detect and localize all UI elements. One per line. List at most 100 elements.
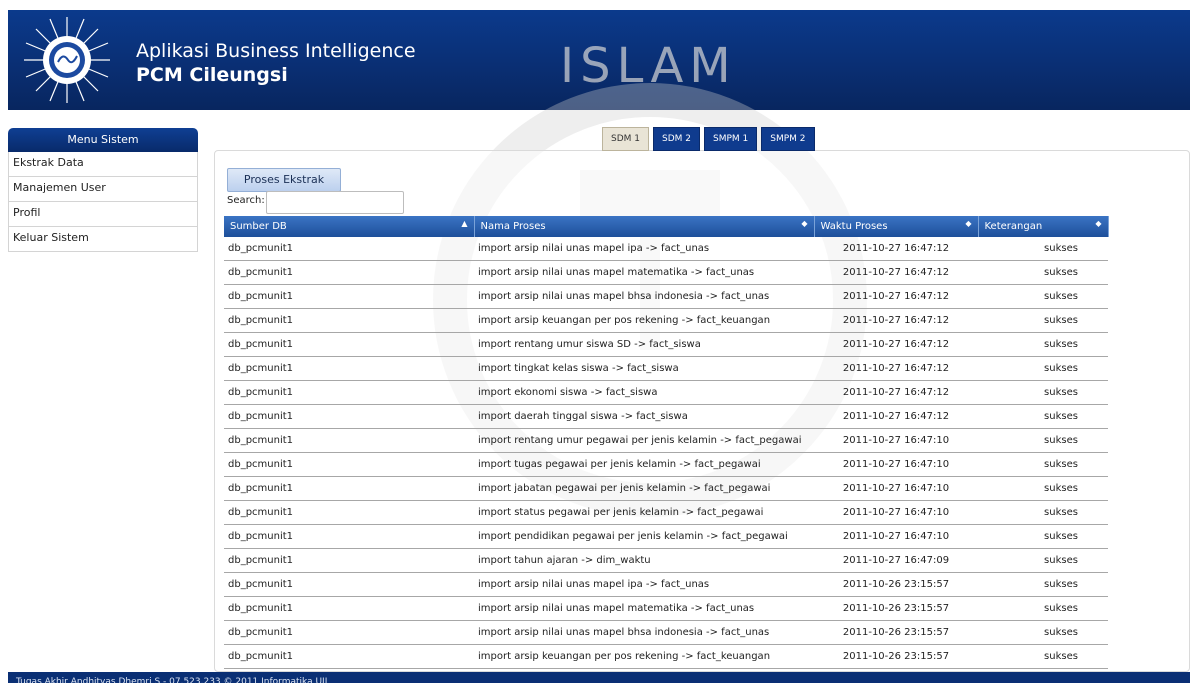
column-header-keterangan[interactable]: Keterangan ◆: [978, 216, 1109, 237]
table-row[interactable]: db_pcmunit1 import tahun ajaran -> dim_wa…: [224, 548, 1108, 573]
column-header-nama-proses[interactable]: Nama Proses ◆: [474, 216, 815, 237]
table-row[interactable]: db_pcmunit1 import status pegawai per jen…: [224, 500, 1108, 525]
cell-keterangan: sukses: [978, 356, 1108, 381]
table-row[interactable]: db_pcmunit1 import rentang umur pegawai p…: [224, 428, 1108, 453]
cell-sumber-db: db_pcmunit1: [224, 380, 474, 405]
app-title: Aplikasi Business Intelligence: [136, 40, 416, 62]
cell-sumber-db: db_pcmunit1: [224, 644, 474, 669]
column-header-waktu-proses[interactable]: Waktu Proses ◆: [814, 216, 979, 237]
cell-keterangan: sukses: [978, 284, 1108, 309]
table-row[interactable]: db_pcmunit1 import rentang umur siswa SD …: [224, 332, 1108, 357]
sort-icon: ◆: [1095, 219, 1102, 228]
table-row[interactable]: db_pcmunit1 import arsip keuangan per pos…: [224, 644, 1108, 669]
cell-keterangan: sukses: [978, 500, 1108, 525]
cell-nama-proses: import ekonomi siswa -> fact_siswa: [474, 380, 814, 405]
cell-waktu-proses: 2011-10-27 16:47:12: [814, 237, 978, 261]
tab-sdm-2[interactable]: SDM 2: [653, 127, 700, 151]
cell-nama-proses: import arsip nilai unas mapel matematika…: [474, 260, 814, 285]
table-row[interactable]: db_pcmunit1 import arsip nilai unas mapel…: [224, 620, 1108, 645]
cell-keterangan: sukses: [978, 452, 1108, 477]
table-header-row: Sumber DB ▲ Nama Proses ◆ Waktu Proses ◆ Ke…: [224, 216, 1109, 237]
sidebar-item-keluar-sistem[interactable]: Keluar Sistem: [8, 227, 198, 252]
cell-sumber-db: db_pcmunit1: [224, 260, 474, 285]
table-body: db_pcmunit1 import arsip nilai unas mapel…: [224, 237, 1108, 669]
menu-header: Menu Sistem: [8, 128, 198, 152]
cell-sumber-db: db_pcmunit1: [224, 500, 474, 525]
proses-ekstrak-button[interactable]: Proses Ekstrak: [227, 168, 341, 192]
cell-sumber-db: db_pcmunit1: [224, 284, 474, 309]
cell-sumber-db: db_pcmunit1: [224, 476, 474, 501]
cell-nama-proses: import arsip nilai unas mapel bhsa indon…: [474, 620, 814, 645]
sidebar-item-profil[interactable]: Profil: [8, 202, 198, 227]
cell-nama-proses: import rentang umur pegawai per jenis ke…: [474, 428, 814, 453]
cell-sumber-db: db_pcmunit1: [224, 620, 474, 645]
cell-sumber-db: db_pcmunit1: [224, 572, 474, 597]
muhammadiyah-sun-logo: [24, 17, 110, 103]
cell-waktu-proses: 2011-10-27 16:47:10: [814, 452, 978, 477]
cell-waktu-proses: 2011-10-26 23:15:57: [814, 644, 978, 669]
table-row[interactable]: db_pcmunit1 import tugas pegawai per jeni…: [224, 452, 1108, 477]
cell-keterangan: sukses: [978, 476, 1108, 501]
tab-bar: SDM 1 SDM 2 SMPM 1 SMPM 2: [602, 127, 815, 151]
cell-keterangan: sukses: [978, 548, 1108, 573]
cell-keterangan: sukses: [978, 620, 1108, 645]
tab-smpm-2[interactable]: SMPM 2: [761, 127, 815, 151]
table-row[interactable]: db_pcmunit1 import jabatan pegawai per je…: [224, 476, 1108, 501]
table-row[interactable]: db_pcmunit1 import daerah tinggal siswa -…: [224, 404, 1108, 429]
cell-nama-proses: import tingkat kelas siswa -> fact_siswa: [474, 356, 814, 381]
cell-waktu-proses: 2011-10-27 16:47:12: [814, 332, 978, 357]
cell-waktu-proses: 2011-10-27 16:47:10: [814, 500, 978, 525]
cell-sumber-db: db_pcmunit1: [224, 237, 474, 261]
sort-asc-icon: ▲: [461, 219, 468, 228]
cell-nama-proses: import jabatan pegawai per jenis kelamin…: [474, 476, 814, 501]
cell-waktu-proses: 2011-10-27 16:47:12: [814, 308, 978, 333]
sort-icon: ◆: [801, 219, 808, 228]
cell-nama-proses: import daerah tinggal siswa -> fact_sisw…: [474, 404, 814, 429]
cell-waktu-proses: 2011-10-27 16:47:12: [814, 404, 978, 429]
cell-waktu-proses: 2011-10-26 23:15:57: [814, 596, 978, 621]
table-row[interactable]: db_pcmunit1 import pendidikan pegawai per…: [224, 524, 1108, 549]
cell-keterangan: sukses: [978, 524, 1108, 549]
cell-keterangan: sukses: [978, 572, 1108, 597]
cell-nama-proses: import status pegawai per jenis kelamin …: [474, 500, 814, 525]
cell-waktu-proses: 2011-10-27 16:47:09: [814, 548, 978, 573]
table-row[interactable]: db_pcmunit1 import ekonomi siswa -> fact_…: [224, 380, 1108, 405]
search-input[interactable]: [266, 191, 404, 214]
sidebar-menu: Menu Sistem Ekstrak Data Manajemen User …: [8, 128, 198, 252]
cell-keterangan: sukses: [978, 596, 1108, 621]
table-row[interactable]: db_pcmunit1 import tingkat kelas siswa ->…: [224, 356, 1108, 381]
cell-sumber-db: db_pcmunit1: [224, 524, 474, 549]
app-subtitle: PCM Cileungsi: [136, 64, 288, 86]
table-row[interactable]: db_pcmunit1 import arsip nilai unas mapel…: [224, 596, 1108, 621]
cell-keterangan: sukses: [978, 308, 1108, 333]
column-header-sumber-db[interactable]: Sumber DB ▲: [224, 216, 475, 237]
tab-smpm-1[interactable]: SMPM 1: [704, 127, 758, 151]
table-row[interactable]: db_pcmunit1 import arsip nilai unas mapel…: [224, 260, 1108, 285]
table-row[interactable]: db_pcmunit1 import arsip nilai unas mapel…: [224, 284, 1108, 309]
cell-nama-proses: import tugas pegawai per jenis kelamin -…: [474, 452, 814, 477]
sidebar-item-ekstrak-data[interactable]: Ekstrak Data: [8, 152, 198, 177]
cell-nama-proses: import arsip nilai unas mapel bhsa indon…: [474, 284, 814, 309]
cell-nama-proses: import arsip keuangan per pos rekening -…: [474, 644, 814, 669]
table-row[interactable]: db_pcmunit1 import arsip keuangan per pos…: [224, 308, 1108, 333]
cell-waktu-proses: 2011-10-27 16:47:10: [814, 476, 978, 501]
cell-keterangan: sukses: [978, 260, 1108, 285]
cell-nama-proses: import rentang umur siswa SD -> fact_sis…: [474, 332, 814, 357]
tab-sdm-1[interactable]: SDM 1: [602, 127, 649, 151]
cell-waktu-proses: 2011-10-26 23:15:57: [814, 620, 978, 645]
cell-sumber-db: db_pcmunit1: [224, 428, 474, 453]
cell-waktu-proses: 2011-10-27 16:47:12: [814, 284, 978, 309]
table-row[interactable]: db_pcmunit1 import arsip nilai unas mapel…: [224, 572, 1108, 597]
cell-keterangan: sukses: [978, 332, 1108, 357]
cell-sumber-db: db_pcmunit1: [224, 332, 474, 357]
search-label: Search:: [227, 195, 265, 206]
sidebar-item-manajemen-user[interactable]: Manajemen User: [8, 177, 198, 202]
cell-sumber-db: db_pcmunit1: [224, 452, 474, 477]
cell-sumber-db: db_pcmunit1: [224, 308, 474, 333]
cell-keterangan: sukses: [978, 644, 1108, 669]
cell-sumber-db: db_pcmunit1: [224, 404, 474, 429]
cell-waktu-proses: 2011-10-27 16:47:10: [814, 428, 978, 453]
page-footer: Tugas Akhir Andhityas Dhemri S - 07.523.…: [8, 672, 1190, 683]
app-header: Aplikasi Business Intelligence PCM Cileu…: [8, 10, 1190, 110]
table-row[interactable]: db_pcmunit1 import arsip nilai unas mapel…: [224, 237, 1108, 261]
